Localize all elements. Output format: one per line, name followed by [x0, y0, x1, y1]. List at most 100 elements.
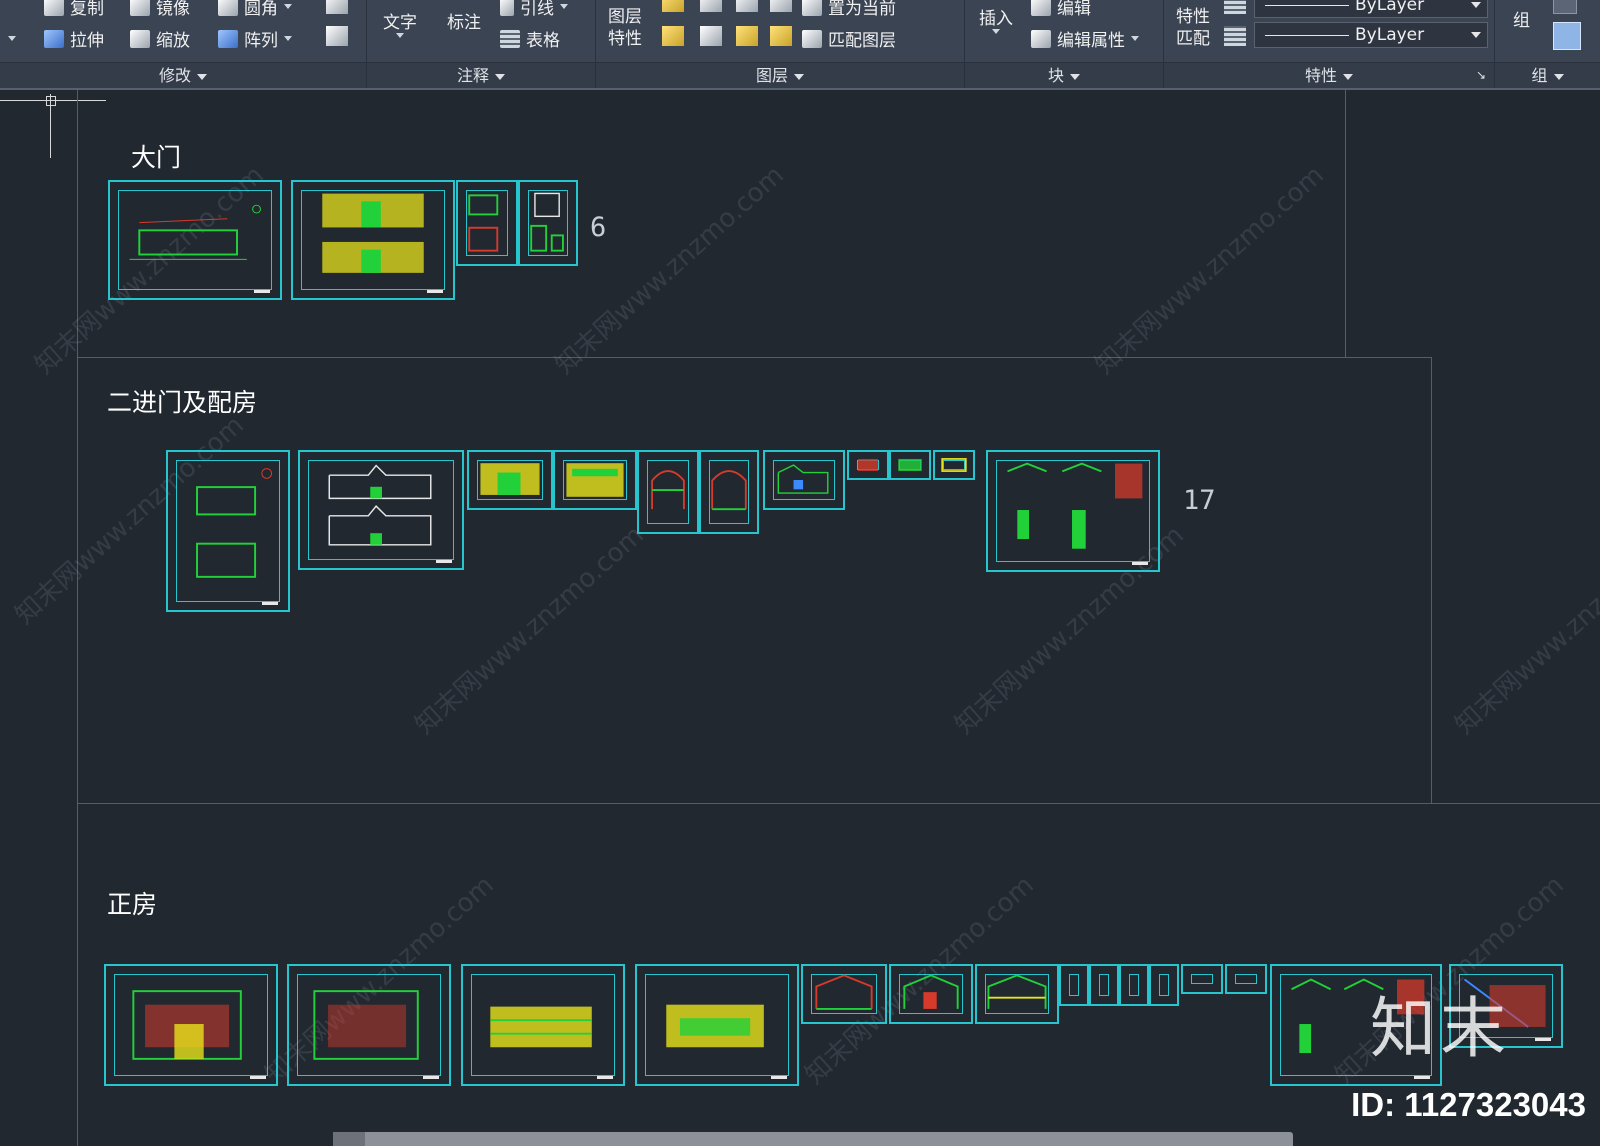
mirror-icon [130, 0, 150, 16]
layer-unlock-icon[interactable] [770, 26, 792, 46]
match-properties-button[interactable]: 特性 匹配 [1176, 6, 1210, 50]
panel-title-annotation[interactable]: 注释 [367, 62, 595, 88]
drawing-sheet[interactable] [801, 964, 887, 1024]
drawing-sheet[interactable] [291, 180, 455, 300]
drawing-sheet[interactable] [108, 180, 282, 300]
drawing-sheet[interactable] [1181, 964, 1223, 994]
table-button[interactable]: 表格 [500, 26, 560, 51]
scale-button[interactable]: 缩放 [130, 26, 190, 51]
fillet-button[interactable]: 圆角 [218, 0, 292, 19]
drawing-sheet[interactable] [461, 964, 625, 1086]
drawing-sheet[interactable] [1149, 964, 1179, 1006]
model-space[interactable]: 知末网www.znzmo.com 知末网www.znzmo.com 知末网www… [0, 90, 1600, 1146]
group-button[interactable]: 组 [1513, 6, 1530, 31]
section-title-gate: 大门 [131, 143, 182, 172]
lineweight-icon[interactable] [1224, 0, 1246, 14]
drawing-sheet[interactable] [847, 450, 889, 480]
section-title-second-gate: 二进门及配房 [107, 388, 258, 417]
drawing-sheet[interactable] [1059, 964, 1089, 1006]
panel-title-group[interactable]: 组 [1495, 62, 1600, 88]
section-border [1431, 357, 1432, 803]
chevron-down-icon[interactable] [8, 36, 16, 41]
layer-thaw-icon[interactable] [736, 26, 758, 46]
drawing-sheet[interactable] [518, 180, 578, 266]
drawing-sheet[interactable] [933, 450, 975, 480]
drawing-sheet[interactable] [104, 964, 278, 1086]
insert-button[interactable]: 插入 [979, 4, 1013, 34]
chevron-down-icon [1070, 73, 1080, 80]
drawing-sheet[interactable] [637, 450, 699, 534]
dialog-launcher-icon[interactable]: ↘ [1476, 63, 1486, 88]
linetype-combo[interactable]: ByLayer [1254, 22, 1488, 48]
drawing-sheet[interactable] [166, 450, 290, 612]
chevron-down-icon [284, 36, 292, 41]
mirror-button[interactable]: 镜像 [130, 0, 190, 19]
match-layer-button[interactable]: 匹配图层 [802, 26, 896, 51]
drawing-sheet[interactable] [889, 450, 931, 480]
chevron-down-icon [197, 73, 207, 80]
chevron-down-icon [1471, 2, 1481, 8]
edit-attributes-icon [1031, 29, 1051, 48]
panel-block: 插入 编辑 编辑属性 块 [965, 0, 1164, 88]
drawing-sheet[interactable] [986, 450, 1160, 572]
leader-button[interactable]: 引线 [500, 0, 568, 19]
drawing-sheet[interactable] [1089, 964, 1119, 1006]
drawing-sheet[interactable] [699, 450, 759, 534]
explode-icon[interactable] [326, 0, 348, 14]
ribbon: 复制 镜像 圆角 拉伸 缩放 阵列 修改 文字 标注 引线 表格 注释 图层 特… [0, 0, 1600, 90]
sheet-count: 6 [590, 212, 607, 243]
match-layer-icon [802, 29, 822, 48]
layer-properties-button[interactable]: 图层 特性 [608, 6, 642, 50]
layer-lock-icon[interactable] [770, 0, 792, 12]
drawing-sheet[interactable] [467, 450, 553, 510]
chevron-down-icon [396, 33, 404, 38]
drawing-sheet[interactable] [635, 964, 799, 1086]
panel-title-layers[interactable]: 图层 [596, 62, 964, 88]
scale-icon [130, 29, 150, 48]
drawing-sheet[interactable] [975, 964, 1059, 1024]
array-button[interactable]: 阵列 [218, 26, 292, 51]
drawing-sheet[interactable] [1225, 964, 1267, 994]
drawing-sheet[interactable] [287, 964, 451, 1086]
chevron-down-icon [992, 29, 1000, 34]
horizontal-scrollbar[interactable] [333, 1132, 1293, 1146]
panel-title-block[interactable]: 块 [965, 62, 1163, 88]
color-combo[interactable]: ByLayer [1254, 0, 1488, 18]
panel-title-modify[interactable]: 修改 [0, 62, 366, 88]
stretch-button[interactable]: 拉伸 [44, 26, 104, 51]
copy-button[interactable]: 复制 [44, 0, 104, 19]
chevron-down-icon [284, 4, 292, 9]
array-icon [218, 29, 238, 48]
layer-isolate-icon[interactable] [700, 0, 722, 12]
dimension-button[interactable]: 标注 [447, 8, 481, 33]
section-border [77, 803, 1600, 804]
group-toggle-icon[interactable] [1553, 22, 1581, 50]
scrollbar-grip[interactable] [333, 1132, 365, 1146]
drawing-sheet[interactable] [298, 450, 464, 570]
chevron-down-icon [1553, 73, 1564, 80]
drawing-sheet[interactable] [553, 450, 637, 510]
drawing-sheet[interactable] [763, 450, 845, 510]
layer-on-icon[interactable] [662, 0, 684, 12]
fillet-icon [218, 0, 238, 16]
drawing-sheet[interactable] [1119, 964, 1149, 1006]
panel-group: 组 组 [1495, 0, 1600, 88]
layer-freeze-icon[interactable] [736, 0, 758, 12]
offset-icon[interactable] [326, 26, 348, 46]
section-border [1345, 90, 1346, 357]
group-select-icon[interactable] [1553, 0, 1577, 14]
block-edit-icon [1031, 0, 1051, 16]
text-button[interactable]: 文字 [383, 8, 417, 38]
block-edit-button[interactable]: 编辑 [1031, 0, 1091, 19]
copy-icon [44, 0, 64, 16]
set-current-button[interactable]: 置为当前 [802, 0, 896, 19]
edit-attributes-button[interactable]: 编辑属性 [1031, 26, 1139, 51]
drawing-sheet[interactable] [456, 180, 518, 266]
drawing-sheet[interactable] [889, 964, 973, 1024]
layer-off-icon[interactable] [662, 26, 684, 46]
chevron-down-icon [1131, 36, 1139, 41]
linetype-icon[interactable] [1224, 26, 1246, 46]
panel-layers: 图层 特性 置为当前 匹配图层 图层 [596, 0, 965, 88]
panel-title-properties[interactable]: 特性 ↘ [1164, 62, 1494, 88]
layer-walk-icon[interactable] [700, 26, 722, 46]
